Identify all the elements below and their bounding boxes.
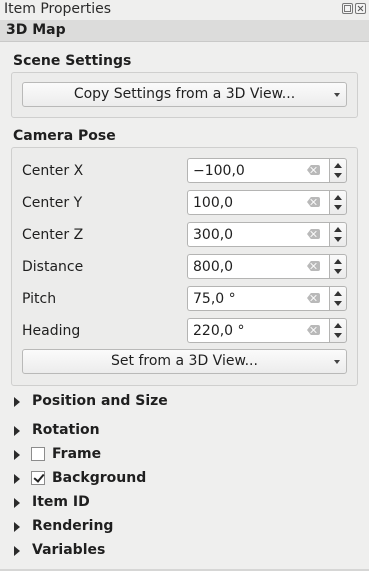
step-down-icon[interactable] — [334, 269, 342, 274]
step-up-icon[interactable] — [334, 291, 342, 296]
background-checkbox[interactable] — [31, 471, 45, 485]
step-down-icon[interactable] — [334, 205, 342, 210]
expand-arrow-icon[interactable] — [14, 546, 20, 556]
section-label: Rendering — [32, 518, 114, 534]
expand-arrow-icon[interactable] — [14, 522, 20, 532]
panel-titlebar: Item Properties — [0, 0, 369, 19]
copy-settings-button[interactable]: Copy Settings from a 3D View... — [22, 82, 347, 107]
expand-arrow-icon[interactable] — [14, 397, 20, 407]
heading-label: Heading — [22, 323, 81, 339]
section-label: Variables — [32, 542, 106, 558]
pitch-label: Pitch — [22, 291, 57, 307]
distance-stepper[interactable] — [329, 254, 347, 279]
expand-arrow-icon[interactable] — [14, 426, 20, 436]
section-label: Background — [52, 470, 147, 486]
close-icon[interactable] — [355, 3, 366, 14]
center-z-stepper[interactable] — [329, 222, 347, 247]
center-z-label: Center Z — [22, 227, 84, 243]
panel-title: Item Properties — [4, 1, 112, 17]
center-y-spinbox[interactable] — [187, 190, 347, 215]
camera-pose-title: Camera Pose — [13, 128, 116, 144]
section-label: Item ID — [32, 494, 90, 510]
dropdown-arrow-icon — [334, 93, 340, 97]
float-icon[interactable] — [342, 3, 353, 14]
heading-spinbox[interactable] — [187, 318, 347, 343]
copy-settings-label: Copy Settings from a 3D View... — [73, 86, 296, 102]
step-down-icon[interactable] — [334, 237, 342, 242]
section-label: Position and Size — [32, 393, 168, 409]
pitch-stepper[interactable] — [329, 286, 347, 311]
set-from-3d-view-label: Set from a 3D View... — [111, 353, 258, 369]
scene-settings-title: Scene Settings — [13, 53, 132, 69]
center-y-stepper[interactable] — [329, 190, 347, 215]
expand-arrow-icon[interactable] — [14, 450, 20, 460]
step-up-icon[interactable] — [334, 227, 342, 232]
step-up-icon[interactable] — [334, 195, 342, 200]
expand-arrow-icon[interactable] — [14, 498, 20, 508]
pitch-spinbox[interactable] — [187, 286, 347, 311]
center-x-stepper[interactable] — [329, 158, 347, 183]
dropdown-arrow-icon — [334, 360, 340, 364]
set-from-3d-view-button[interactable]: Set from a 3D View... — [22, 349, 347, 374]
distance-label: Distance — [22, 259, 84, 275]
step-up-icon[interactable] — [334, 323, 342, 328]
center-x-spinbox[interactable] — [187, 158, 347, 183]
center-y-label: Center Y — [22, 195, 83, 211]
step-up-icon[interactable] — [334, 259, 342, 264]
center-x-label: Center X — [22, 163, 84, 179]
step-down-icon[interactable] — [334, 173, 342, 178]
item-type-header: 3D Map — [0, 20, 369, 42]
heading-stepper[interactable] — [329, 318, 347, 343]
step-down-icon[interactable] — [334, 301, 342, 306]
step-down-icon[interactable] — [334, 333, 342, 338]
item-type-title: 3D Map — [6, 22, 66, 38]
step-up-icon[interactable] — [334, 163, 342, 168]
center-z-spinbox[interactable] — [187, 222, 347, 247]
distance-spinbox[interactable] — [187, 254, 347, 279]
section-label: Frame — [52, 446, 102, 462]
section-label: Rotation — [32, 422, 100, 438]
expand-arrow-icon[interactable] — [14, 474, 20, 484]
frame-checkbox[interactable] — [31, 447, 45, 461]
